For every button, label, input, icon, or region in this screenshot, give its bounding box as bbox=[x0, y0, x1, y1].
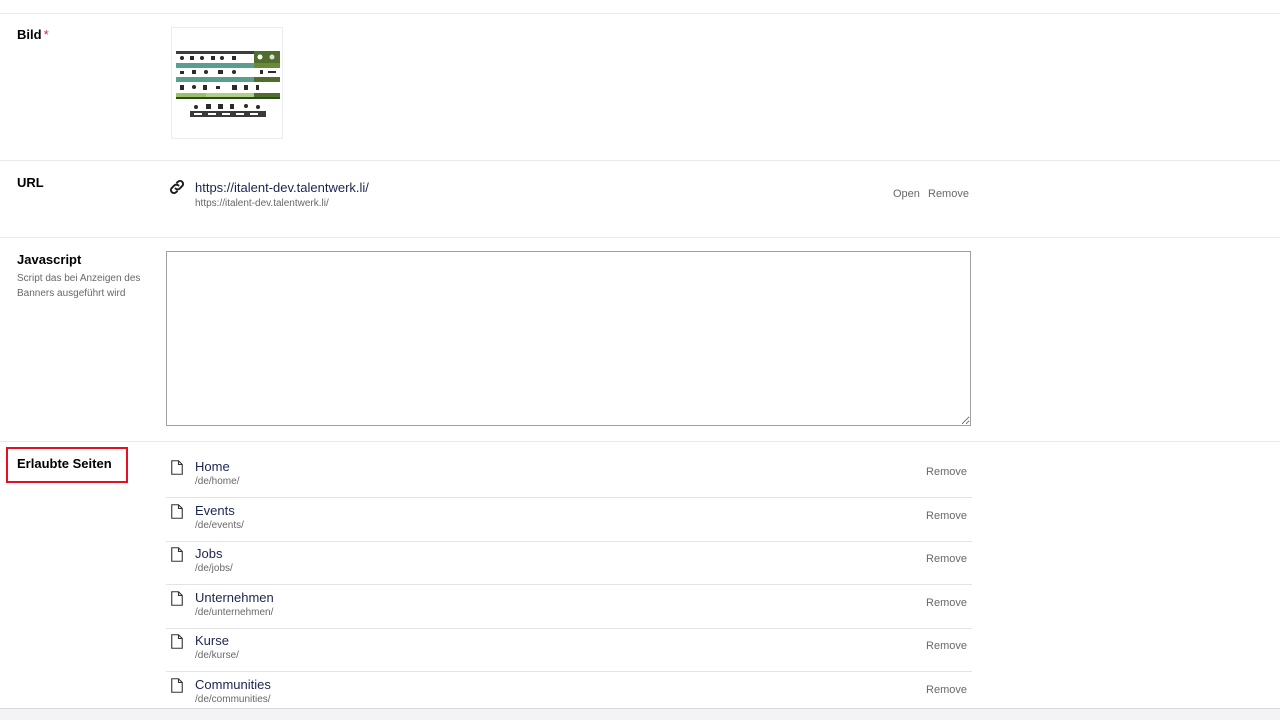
required-mark: * bbox=[43, 27, 49, 42]
bottom-bar bbox=[0, 708, 1280, 720]
content-editor-page: Bild * URL https://italent-dev.talentwer… bbox=[0, 0, 1280, 720]
divider bbox=[0, 13, 1280, 14]
document-icon bbox=[171, 634, 183, 649]
page-name[interactable]: Jobs bbox=[195, 546, 222, 561]
page-list-item[interactable]: Kurse/de/kurse/Remove bbox=[166, 629, 972, 672]
page-remove-button[interactable]: Remove bbox=[926, 597, 967, 609]
divider bbox=[0, 441, 1280, 442]
page-list-item[interactable]: Events/de/events/Remove bbox=[166, 499, 972, 542]
page-remove-button[interactable]: Remove bbox=[926, 510, 967, 522]
page-name[interactable]: Unternehmen bbox=[195, 590, 274, 605]
page-name[interactable]: Events bbox=[195, 503, 235, 518]
document-icon bbox=[171, 460, 183, 475]
field-label-bild: Bild * bbox=[17, 27, 49, 42]
url-remove-button[interactable]: Remove bbox=[928, 188, 969, 200]
page-list-item[interactable]: Home/de/home/Remove bbox=[166, 455, 972, 498]
page-list-item[interactable]: Jobs/de/jobs/Remove bbox=[166, 542, 972, 585]
field-label-text: Bild bbox=[17, 27, 42, 42]
url-link-title[interactable]: https://italent-dev.talentwerk.li/ bbox=[195, 180, 369, 195]
document-icon bbox=[171, 677, 183, 693]
page-path: /de/communities/ bbox=[195, 693, 271, 705]
field-label-javascript: Javascript bbox=[17, 252, 82, 267]
document-icon bbox=[171, 503, 183, 519]
page-name[interactable]: Communities bbox=[195, 677, 271, 692]
javascript-textarea[interactable] bbox=[166, 251, 971, 426]
page-path: /de/unternehmen/ bbox=[195, 606, 274, 618]
page-remove-button[interactable]: Remove bbox=[926, 684, 967, 696]
page-list-item[interactable]: Unternehmen/de/unternehmen/Remove bbox=[166, 586, 972, 629]
image-thumbnail[interactable] bbox=[171, 27, 283, 139]
page-path: /de/kurse/ bbox=[195, 650, 239, 661]
page-path: /de/events/ bbox=[195, 519, 244, 531]
document-icon bbox=[171, 590, 183, 606]
page-name[interactable]: Home bbox=[195, 459, 230, 474]
banner-preview-image bbox=[176, 51, 280, 117]
page-path: /de/jobs/ bbox=[195, 563, 233, 574]
page-name[interactable]: Kurse bbox=[195, 633, 229, 648]
field-description-javascript: Script das bei Anzeigen des Banners ausg… bbox=[17, 273, 141, 299]
page-remove-button[interactable]: Remove bbox=[926, 553, 967, 565]
field-label-erlaubte-seiten: Erlaubte Seiten bbox=[17, 456, 112, 471]
page-path: /de/home/ bbox=[195, 476, 240, 487]
document-icon bbox=[171, 547, 183, 562]
page-remove-button[interactable]: Remove bbox=[926, 466, 967, 478]
page-remove-button[interactable]: Remove bbox=[926, 640, 967, 652]
field-label-url: URL bbox=[17, 175, 44, 190]
divider bbox=[0, 160, 1280, 161]
divider bbox=[0, 237, 1280, 238]
url-open-button[interactable]: Open bbox=[893, 188, 920, 200]
url-link-address: https://italent-dev.talentwerk.li/ bbox=[195, 198, 329, 209]
link-icon bbox=[169, 179, 185, 195]
